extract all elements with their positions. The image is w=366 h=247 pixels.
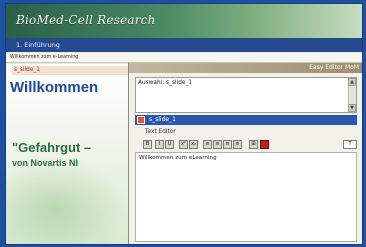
scroll-down-icon[interactable]: ▼ [348, 104, 356, 112]
text-editor-area[interactable]: Willkommen zum eLearning [135, 152, 357, 242]
text-color-button[interactable] [260, 140, 269, 149]
font-dropdown[interactable]: T [343, 140, 357, 149]
format-toolbar: B I U x² x₂ ≡ ≡ ≡ ≡ ⊞ T [143, 140, 357, 150]
subscript-button[interactable]: x₂ [189, 140, 198, 149]
insert-table-button[interactable]: ⊞ [249, 140, 258, 149]
superscript-button[interactable]: x² [179, 140, 188, 149]
align-center-button[interactable]: ≡ [213, 140, 222, 149]
text-editor-label: Text Editor [145, 129, 176, 135]
selected-element-label: s_slide_1 [149, 116, 176, 123]
selected-element-row[interactable]: s_slide_1 [135, 115, 357, 125]
background-leaf-graphic [6, 156, 128, 244]
align-left-button[interactable]: ≡ [203, 140, 212, 149]
selection-text: Auswahl: s_slide_1 [138, 80, 193, 86]
selected-slide-label[interactable]: s_slide_1 [12, 66, 128, 75]
welcome-heading: Willkommen [10, 79, 99, 96]
element-icon [137, 116, 145, 124]
easy-editor-panel: Easy Editor MoM Auswahl: s_slide_1 ▲ ▼ s… [128, 63, 362, 244]
scroll-up-icon[interactable]: ▲ [348, 78, 356, 86]
course-headline: "Gefahrgut – [12, 140, 92, 155]
chapter-nav[interactable]: 1. Einführung [6, 38, 362, 52]
app-window: BioMed-Cell Research 1. Einführung Willk… [6, 4, 362, 244]
editor-title: Easy Editor MoM [309, 64, 359, 71]
breadcrumb: Willkommen zum e-Learning [6, 53, 362, 63]
editor-title-bar: Easy Editor MoM [129, 63, 362, 73]
slide-preview: s_slide_1 Willkommen "Gefahrgut – von No… [6, 64, 128, 244]
bold-button[interactable]: B [143, 140, 152, 149]
breadcrumb-text: Willkommen zum e-Learning [10, 55, 79, 60]
underline-button[interactable]: U [165, 140, 174, 149]
editor-body-text: Willkommen zum eLearning [139, 155, 217, 161]
selection-list[interactable]: Auswahl: s_slide_1 ▲ ▼ [135, 77, 357, 113]
course-subline: von Novartis NI [12, 158, 79, 168]
nav-current-chapter[interactable]: 1. Einführung [16, 41, 60, 49]
align-justify-button[interactable]: ≡ [233, 140, 242, 149]
align-right-button[interactable]: ≡ [223, 140, 232, 149]
site-banner: BioMed-Cell Research [6, 4, 362, 38]
site-title: BioMed-Cell Research [16, 13, 156, 27]
list-scrollbar[interactable]: ▲ ▼ [348, 78, 356, 112]
italic-button[interactable]: I [155, 140, 164, 149]
